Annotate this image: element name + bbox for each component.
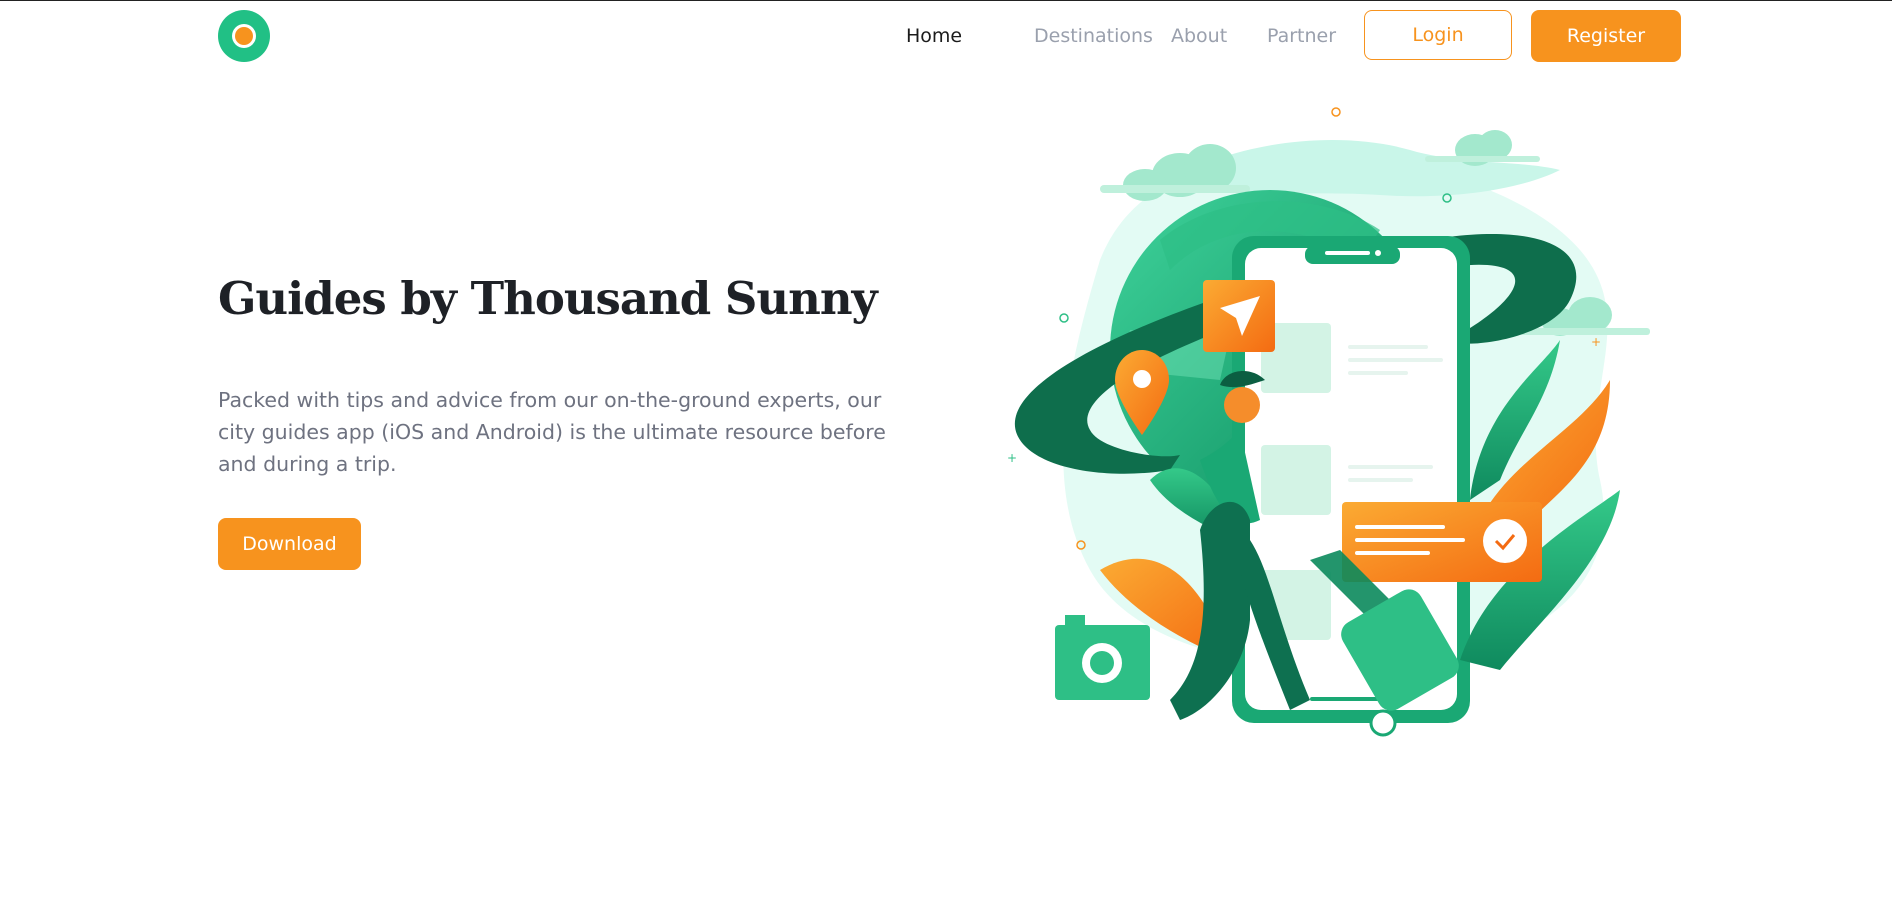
main-nav: Home Destinations About Partner [906,22,1347,50]
cloud-top-right [1425,130,1540,166]
nav-about[interactable]: About [1171,22,1267,50]
logo-icon[interactable] [218,10,270,62]
svg-text:+: + [1591,335,1601,349]
check-card [1342,502,1542,582]
hero-description: Packed with tips and advice from our on-… [218,388,886,476]
login-button[interactable]: Login [1364,10,1512,60]
nav-home[interactable]: Home [906,22,1034,50]
logo-ring [232,24,256,48]
svg-text:+: + [1007,451,1017,465]
nav-destinations[interactable]: Destinations [1034,22,1171,50]
download-button[interactable]: Download [218,518,361,570]
cloud-left [1100,144,1250,201]
hero-illustration: + + [1007,107,1650,737]
camera-icon [1055,615,1150,700]
logo-dot [235,27,253,45]
paper-plane-icon [1203,280,1275,352]
top-border [0,0,1892,1]
hero-title: Guides by Thousand Sunny [218,272,878,325]
register-button[interactable]: Register [1531,10,1681,62]
nav-partner[interactable]: Partner [1267,22,1347,50]
